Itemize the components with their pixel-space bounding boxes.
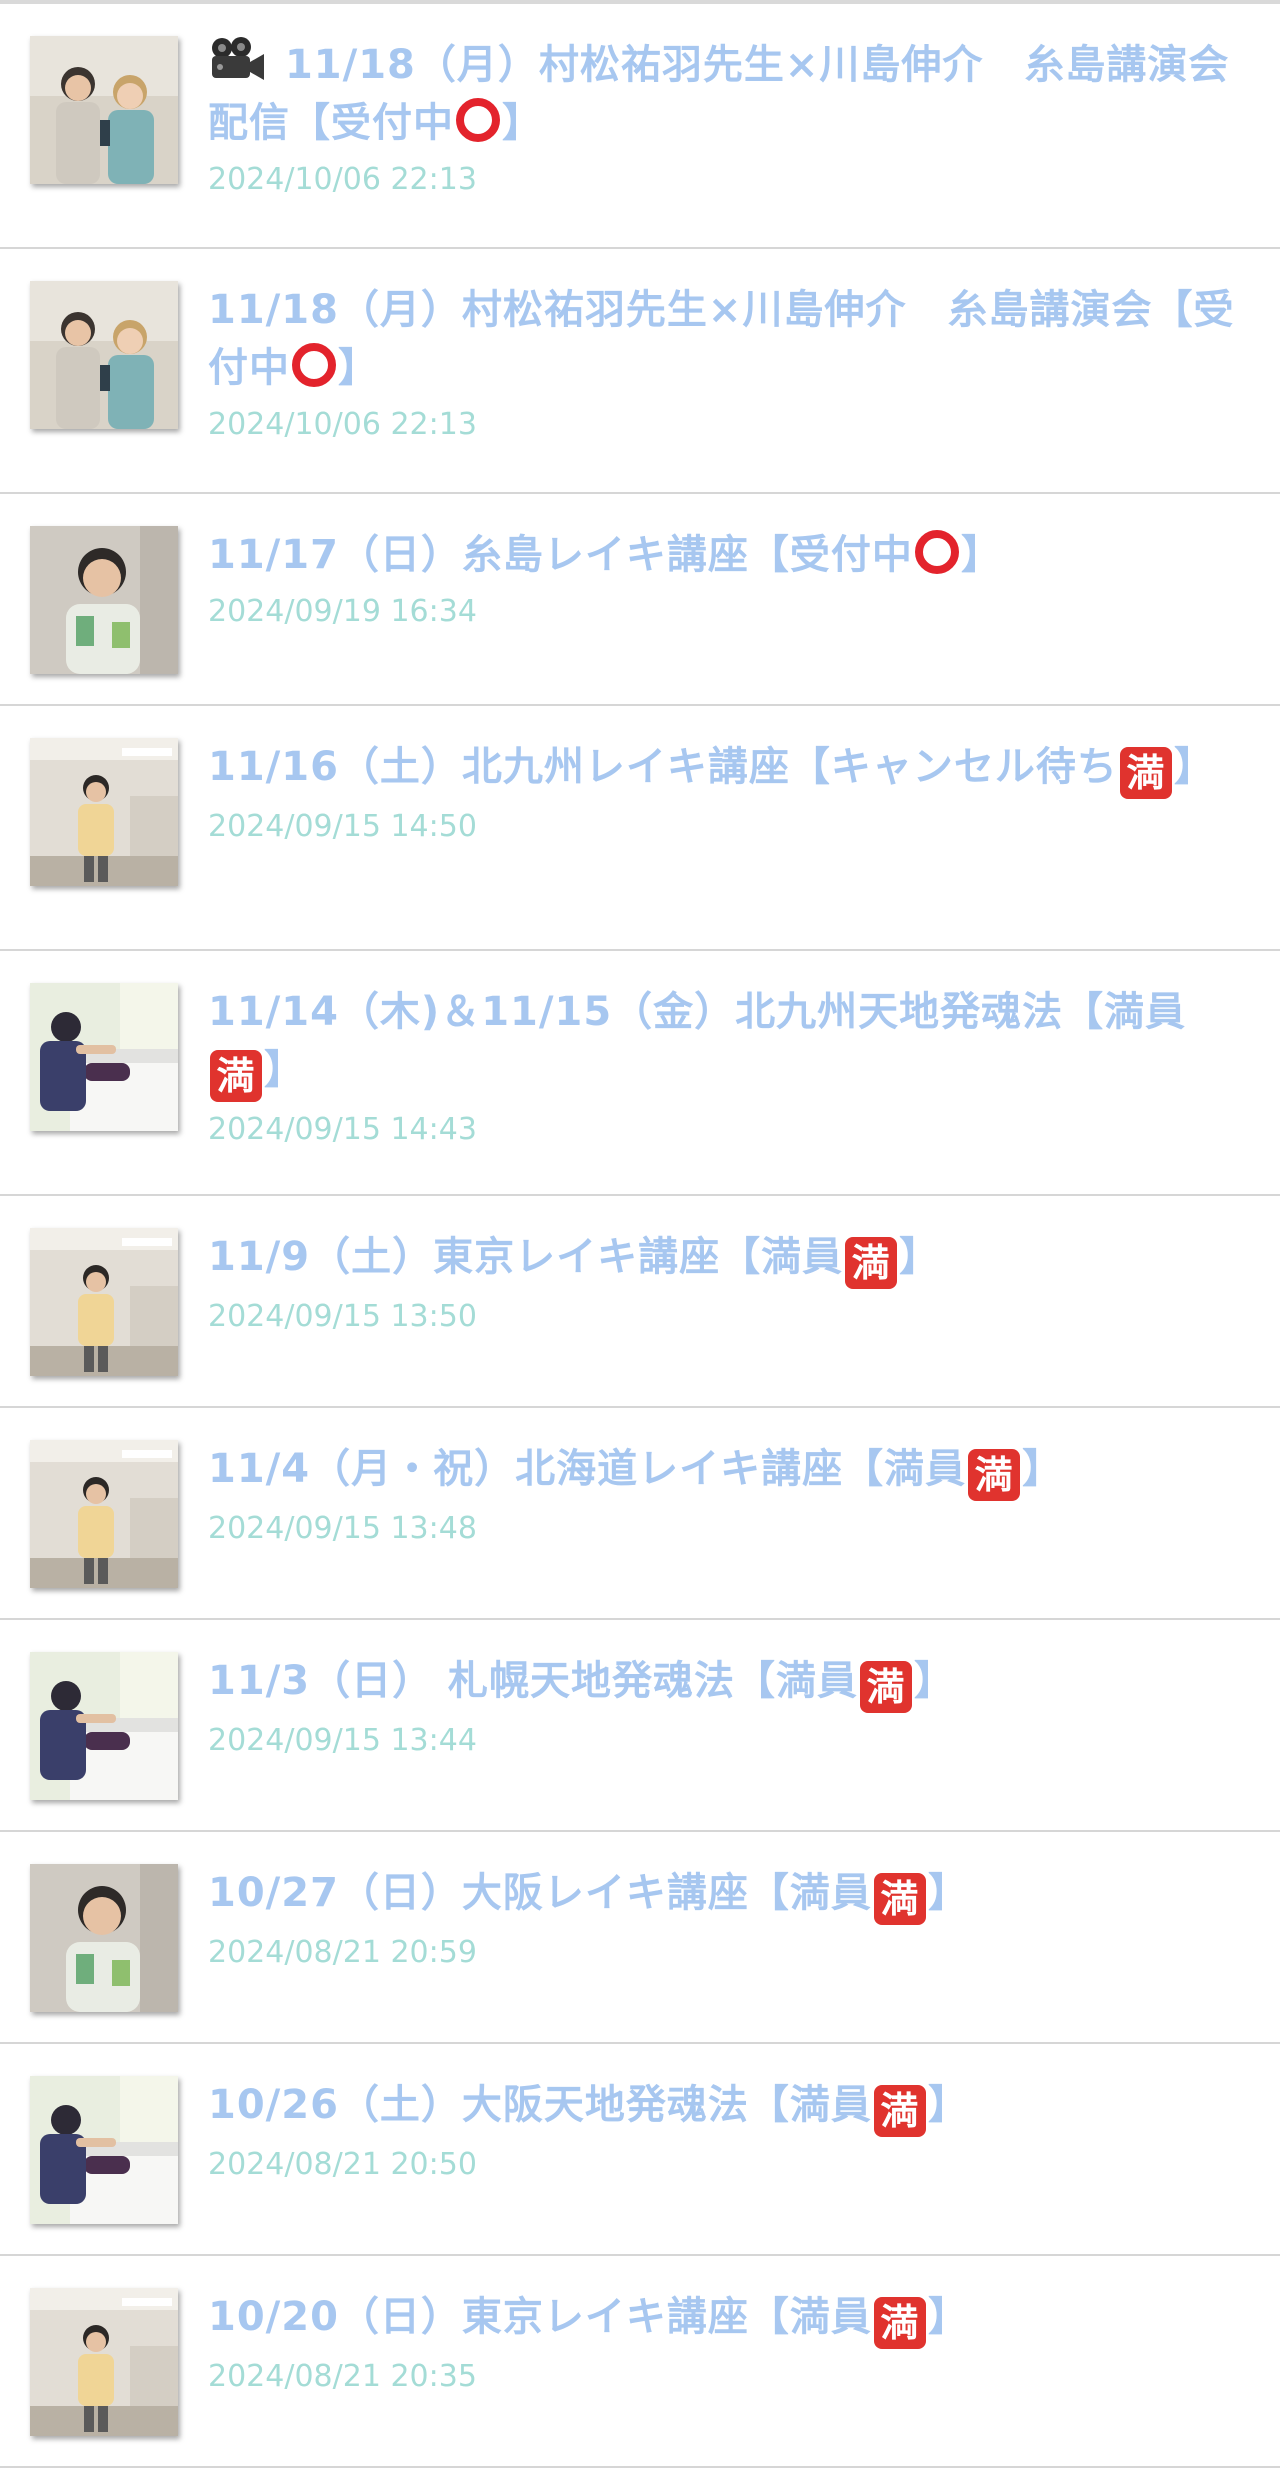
list-item-text: 10/27（日）大阪レイキ講座【満員満】 2024/08/21 20:59 bbox=[208, 1864, 1240, 1973]
title-text: 11/14（木)＆11/15（金）北九州天地発魂法【満員 bbox=[208, 989, 1187, 1035]
post-date: 2024/09/15 14:50 bbox=[208, 809, 477, 844]
title-text: 11/16（土）北九州レイキ講座【キャンセル待ち bbox=[208, 744, 1118, 790]
post-date: 2024/09/19 16:34 bbox=[208, 594, 477, 629]
open-circle-icon bbox=[292, 343, 336, 387]
title-bracket: 】 bbox=[1022, 1446, 1064, 1492]
list-item[interactable]: 11/9（土）東京レイキ講座【満員満】 2024/09/15 13:50 bbox=[0, 1196, 1280, 1408]
article-title-link[interactable]: 11/14（木)＆11/15（金）北九州天地発魂法【満員満】 bbox=[208, 983, 1240, 1102]
list-item-text: 11/18（月）村松祐羽先生×川島伸介 糸島講演会配信【受付中】 2024/10/… bbox=[208, 36, 1240, 200]
article-title-link[interactable]: 11/4（月・祝）北海道レイキ講座【満員満】 bbox=[208, 1440, 1240, 1501]
list-item[interactable]: 10/20（日）東京レイキ講座【満員満】 2024/08/21 20:35 bbox=[0, 2256, 1280, 2468]
list-item-text: 10/20（日）東京レイキ講座【満員満】 2024/08/21 20:35 bbox=[208, 2288, 1240, 2397]
list-item[interactable]: 10/27（日）大阪レイキ講座【満員満】 2024/08/21 20:59 bbox=[0, 1832, 1280, 2044]
full-badge-icon: 満 bbox=[1119, 747, 1172, 799]
open-circle-icon bbox=[456, 98, 500, 142]
title-text: 11/4（月・祝）北海道レイキ講座【満員 bbox=[208, 1446, 967, 1492]
thumbnail-image[interactable] bbox=[30, 1228, 178, 1376]
full-badge-icon: 満 bbox=[210, 1050, 262, 1102]
list-item[interactable]: 11/4（月・祝）北海道レイキ講座【満員満】 2024/09/15 13:48 bbox=[0, 1408, 1280, 1620]
thumbnail-image[interactable] bbox=[30, 1652, 178, 1800]
article-title-link[interactable]: 10/27（日）大阪レイキ講座【満員満】 bbox=[208, 1864, 1240, 1925]
title-bracket: 】 bbox=[899, 1234, 941, 1280]
full-badge-icon: 満 bbox=[845, 1237, 898, 1289]
title-text: 11/9（土）東京レイキ講座【満員 bbox=[208, 1234, 844, 1280]
list-item[interactable]: 11/18（月）村松祐羽先生×川島伸介 糸島講演会【受付中】 2024/10/06… bbox=[0, 249, 1280, 494]
article-title-link[interactable]: 11/18（月）村松祐羽先生×川島伸介 糸島講演会配信【受付中】 bbox=[208, 36, 1240, 152]
open-circle-icon bbox=[914, 530, 959, 574]
post-date: 2024/10/06 22:13 bbox=[208, 407, 477, 442]
post-date: 2024/08/21 20:59 bbox=[208, 1935, 477, 1970]
full-badge-icon: 満 bbox=[873, 1873, 926, 1925]
list-item[interactable]: 11/16（土）北九州レイキ講座【キャンセル待ち満】 2024/09/15 14:… bbox=[0, 706, 1280, 951]
full-badge-icon: 満 bbox=[873, 2085, 926, 2137]
article-list: 11/18（月）村松祐羽先生×川島伸介 糸島講演会配信【受付中】 2024/10/… bbox=[0, 0, 1280, 2468]
list-item-text: 10/26（土）大阪天地発魂法【満員満】 2024/08/21 20:50 bbox=[208, 2076, 1240, 2185]
title-bracket: 】 bbox=[927, 2082, 969, 2128]
thumbnail-image[interactable] bbox=[30, 2076, 178, 2224]
post-date: 2024/08/21 20:50 bbox=[208, 2147, 477, 2182]
thumbnail-image[interactable] bbox=[30, 738, 178, 886]
title-bracket: 】 bbox=[927, 1870, 969, 1916]
list-item-text: 11/14（木)＆11/15（金）北九州天地発魂法【満員満】 2024/09/15… bbox=[208, 983, 1240, 1150]
post-date: 2024/09/15 14:43 bbox=[208, 1112, 477, 1147]
full-badge-icon: 満 bbox=[873, 2297, 926, 2349]
video-camera-icon bbox=[212, 37, 264, 80]
thumbnail-image[interactable] bbox=[30, 2288, 178, 2436]
post-date: 2024/09/15 13:48 bbox=[208, 1511, 477, 1546]
list-item-text: 11/16（土）北九州レイキ講座【キャンセル待ち満】 2024/09/15 14:… bbox=[208, 738, 1240, 847]
list-item[interactable]: 10/26（土）大阪天地発魂法【満員満】 2024/08/21 20:50 bbox=[0, 2044, 1280, 2256]
thumbnail-image[interactable] bbox=[30, 983, 178, 1131]
article-title-link[interactable]: 11/17（日）糸島レイキ講座【受付中 】 bbox=[208, 526, 1240, 584]
title-bracket: 】 bbox=[502, 100, 543, 146]
article-title-link[interactable]: 11/9（土）東京レイキ講座【満員満】 bbox=[208, 1228, 1240, 1289]
post-date: 2024/10/06 22:13 bbox=[208, 162, 477, 197]
full-badge-icon: 満 bbox=[860, 1661, 913, 1713]
title-text: 11/18（月）村松祐羽先生×川島伸介 糸島講演会配信【受付中 bbox=[208, 42, 1230, 146]
article-title-link[interactable]: 10/20（日）東京レイキ講座【満員満】 bbox=[208, 2288, 1240, 2349]
article-title-link[interactable]: 11/16（土）北九州レイキ講座【キャンセル待ち満】 bbox=[208, 738, 1240, 799]
list-item[interactable]: 11/3（日） 札幌天地発魂法【満員満】 2024/09/15 13:44 bbox=[0, 1620, 1280, 1832]
thumbnail-image[interactable] bbox=[30, 1440, 178, 1588]
post-date: 2024/09/15 13:50 bbox=[208, 1299, 477, 1334]
article-title-link[interactable]: 11/3（日） 札幌天地発魂法【満員満】 bbox=[208, 1652, 1240, 1713]
thumbnail-image[interactable] bbox=[30, 526, 178, 674]
list-item[interactable]: 11/18（月）村松祐羽先生×川島伸介 糸島講演会配信【受付中】 2024/10/… bbox=[0, 4, 1280, 249]
title-bracket: 】 bbox=[338, 345, 379, 391]
title-text: 11/17（日）糸島レイキ講座【受付中 bbox=[208, 532, 913, 578]
title-text: 10/27（日）大阪レイキ講座【満員 bbox=[208, 1870, 872, 1916]
list-item[interactable]: 11/14（木)＆11/15（金）北九州天地発魂法【満員満】 2024/09/15… bbox=[0, 951, 1280, 1196]
title-text: 10/26（土）大阪天地発魂法【満員 bbox=[208, 2082, 872, 2128]
title-bracket: 】 bbox=[960, 532, 1002, 578]
title-bracket: 】 bbox=[264, 1047, 305, 1093]
thumbnail-image[interactable] bbox=[30, 36, 178, 184]
title-bracket: 】 bbox=[927, 2294, 969, 2340]
post-date: 2024/08/21 20:35 bbox=[208, 2359, 477, 2394]
title-bracket: 】 bbox=[914, 1658, 956, 1704]
title-text: 11/3（日） 札幌天地発魂法【満員 bbox=[208, 1658, 859, 1704]
thumbnail-image[interactable] bbox=[30, 281, 178, 429]
title-bracket: 】 bbox=[1173, 744, 1215, 790]
full-badge-icon: 満 bbox=[968, 1449, 1021, 1501]
list-item-text: 11/9（土）東京レイキ講座【満員満】 2024/09/15 13:50 bbox=[208, 1228, 1240, 1337]
article-title-link[interactable]: 10/26（土）大阪天地発魂法【満員満】 bbox=[208, 2076, 1240, 2137]
list-item-text: 11/4（月・祝）北海道レイキ講座【満員満】 2024/09/15 13:48 bbox=[208, 1440, 1240, 1549]
thumbnail-image[interactable] bbox=[30, 1864, 178, 2012]
title-text: 10/20（日）東京レイキ講座【満員 bbox=[208, 2294, 872, 2340]
article-title-link[interactable]: 11/18（月）村松祐羽先生×川島伸介 糸島講演会【受付中】 bbox=[208, 281, 1240, 397]
list-item[interactable]: 11/17（日）糸島レイキ講座【受付中 】 2024/09/19 16:34 bbox=[0, 494, 1280, 706]
list-item-text: 11/3（日） 札幌天地発魂法【満員満】 2024/09/15 13:44 bbox=[208, 1652, 1240, 1761]
list-item-text: 11/17（日）糸島レイキ講座【受付中 】 2024/09/19 16:34 bbox=[208, 526, 1240, 632]
list-item-text: 11/18（月）村松祐羽先生×川島伸介 糸島講演会【受付中】 2024/10/06… bbox=[208, 281, 1240, 445]
post-date: 2024/09/15 13:44 bbox=[208, 1723, 477, 1758]
